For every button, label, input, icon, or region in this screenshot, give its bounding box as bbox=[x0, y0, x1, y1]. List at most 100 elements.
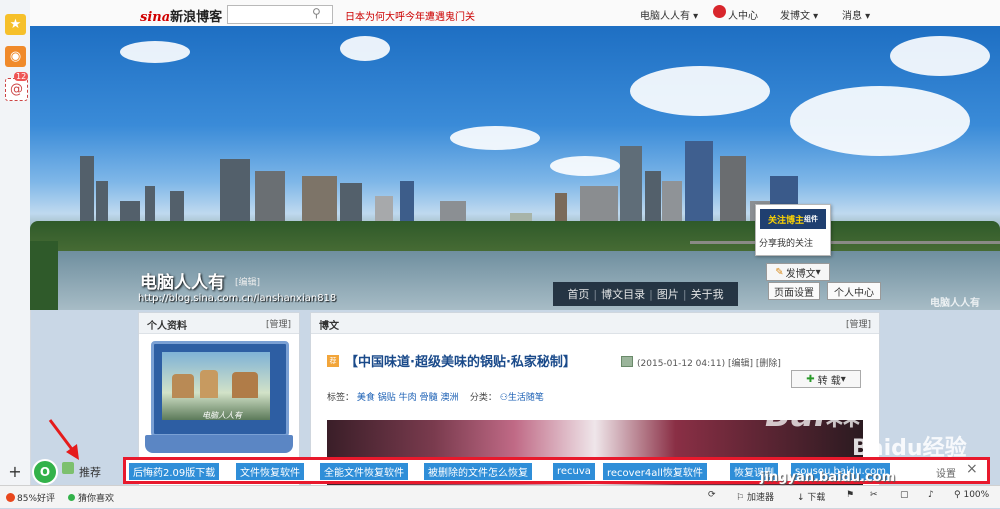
image-icon bbox=[621, 356, 633, 367]
close-icon[interactable]: × bbox=[966, 461, 978, 477]
profile-title: 个人资料 bbox=[147, 321, 187, 332]
mail-at-icon[interactable]: @ bbox=[5, 78, 28, 101]
recommend-link[interactable]: recuva bbox=[553, 463, 595, 480]
user-center-button[interactable]: 个人中心 bbox=[827, 282, 881, 300]
add-button[interactable]: + bbox=[5, 462, 25, 482]
rating-indicator[interactable]: 85%好评 bbox=[6, 491, 55, 504]
profile-avatar[interactable]: 电脑人人有 bbox=[151, 341, 289, 437]
nav-about[interactable]: 关于我 bbox=[687, 286, 728, 302]
red-arrow-annotation bbox=[48, 419, 79, 460]
headline-link[interactable]: 日本为何大呼今年遭遇鬼门关 bbox=[345, 8, 475, 23]
follow-label: 关注博主 bbox=[767, 215, 804, 226]
tags-label: 标签： bbox=[327, 393, 355, 403]
blog-banner: 电脑人人有 [编辑] http://blog.sina.com.cn/lansh… bbox=[30, 26, 1000, 310]
pencil-icon: ✎ bbox=[775, 266, 784, 278]
recommend-label[interactable]: 推荐 bbox=[79, 464, 101, 480]
browser-status-bar: 85%好评 猜你喜欢 ⟳ ⚐ 加速器 ↓ 下载 ⚑ ✂ ▢ ♪ ⚲ 100% j… bbox=[0, 470, 1000, 508]
baidu-watermark-text: Baidu经验 bbox=[852, 436, 967, 461]
messages-label: 消息 bbox=[842, 11, 862, 22]
share-follow-link[interactable]: 分享我的关注 bbox=[759, 236, 813, 249]
tag-link[interactable]: 牛肉 bbox=[399, 393, 417, 403]
recommend-link[interactable]: 被删除的文件怎么恢复 bbox=[424, 463, 532, 480]
tag-link[interactable]: 澳洲 bbox=[440, 393, 458, 403]
banner-signature: 电脑人人有 bbox=[930, 298, 980, 309]
zoom-label: 100% bbox=[963, 490, 990, 500]
rating-icon bbox=[6, 493, 15, 502]
post-menu-label: 发博文 bbox=[780, 11, 810, 22]
sina-blog-logo[interactable]: sina新浪博客 bbox=[140, 6, 222, 25]
post-header: 博文 [管理] bbox=[311, 313, 879, 334]
download-label: 下载 bbox=[807, 493, 826, 503]
avatar-signature: 电脑人人有 bbox=[202, 411, 242, 420]
notification-badge: 12 bbox=[14, 72, 29, 81]
post-article-button[interactable]: ✎ 发博文 ▾ bbox=[766, 263, 830, 281]
recommend-icon bbox=[62, 462, 74, 474]
recommend-link[interactable]: 后悔药2.09版下载 bbox=[129, 463, 220, 480]
green-dot-icon bbox=[68, 494, 75, 501]
download-icon: ↓ bbox=[797, 493, 805, 503]
blog-url[interactable]: http://blog.sina.com.cn/lanshanxian818 bbox=[138, 293, 336, 304]
blog-title[interactable]: 电脑人人有 bbox=[140, 268, 225, 293]
post-meta: (2015-01-12 04:11) [编辑] [删除] bbox=[637, 359, 781, 369]
flag-icon[interactable]: ⚑ bbox=[846, 490, 854, 500]
follow-blogger-button[interactable]: 关注博主 组件 bbox=[760, 209, 826, 229]
profile-manage-link[interactable]: [管理] bbox=[266, 317, 291, 330]
nav-home[interactable]: 首页 bbox=[563, 286, 593, 302]
city-skyline bbox=[30, 26, 1000, 241]
browser-sidebar: ★ ◉ @ 12 bbox=[0, 0, 31, 507]
download-button[interactable]: ↓ 下载 bbox=[797, 490, 825, 503]
guess-label: 猜你喜欢 bbox=[78, 494, 115, 504]
logo-brand: sina bbox=[140, 10, 171, 25]
recommend-link[interactable]: recover4all恢复软件 bbox=[603, 463, 707, 480]
follow-suffix: 组件 bbox=[804, 215, 818, 223]
weibo-icon[interactable]: ◉ bbox=[5, 46, 26, 67]
accelerator-icon: ⚐ bbox=[736, 493, 745, 503]
zoom-icon: ⚲ bbox=[954, 490, 961, 500]
plus-icon: ✚ bbox=[806, 373, 815, 385]
refresh-icon[interactable]: ⟳ bbox=[708, 490, 716, 500]
recommend-settings-link[interactable]: 设置 bbox=[936, 465, 956, 480]
post-title[interactable]: 【中国味道·超级美味的锅贴·私家秘制】 bbox=[345, 351, 576, 370]
tags-row: 标签： 美食 锅贴 牛肉 骨髓 澳洲 分类： ⚇生活随笔 bbox=[327, 390, 544, 403]
tag-link[interactable]: 骨髓 bbox=[420, 393, 438, 403]
bridge bbox=[690, 241, 1000, 256]
guess-you-like[interactable]: 猜你喜欢 bbox=[68, 491, 114, 504]
volume-icon[interactable]: ♪ bbox=[928, 490, 934, 500]
search-icon[interactable]: ⚲ bbox=[312, 6, 321, 20]
post-section-title: 博文 bbox=[319, 321, 339, 332]
window-icon[interactable]: ▢ bbox=[900, 490, 909, 500]
user-center-link[interactable]: 人中心 bbox=[728, 7, 758, 22]
user-name-menu[interactable]: 电脑人人有 ▾ bbox=[640, 7, 698, 22]
user-avatar-icon bbox=[713, 5, 726, 18]
category-label: 分类： bbox=[469, 393, 497, 403]
user-name-label: 电脑人人有 bbox=[640, 11, 690, 22]
category-icon: ⚇ bbox=[499, 393, 508, 403]
follow-widget: 关注博主 组件 分享我的关注 bbox=[755, 204, 831, 256]
blog-nav: 首页 | 博文目录 | 图片 | 关于我 bbox=[553, 282, 738, 306]
profile-header: 个人资料 [管理] bbox=[139, 313, 299, 334]
top-navigation: sina新浪博客 ⚲ 日本为何大呼今年遭遇鬼门关 电脑人人有 ▾ 人中心 发博文… bbox=[30, 0, 1000, 27]
page-settings-button[interactable]: 页面设置 bbox=[768, 282, 820, 300]
nav-pictures[interactable]: 图片 bbox=[653, 286, 683, 302]
post-manage-link[interactable]: [管理] bbox=[846, 317, 871, 330]
avatar-laptop-base bbox=[145, 435, 293, 453]
category-link[interactable]: 生活随笔 bbox=[508, 393, 544, 403]
messages-menu[interactable]: 消息 ▾ bbox=[842, 7, 870, 22]
recommend-link[interactable]: 文件恢复软件 bbox=[236, 463, 304, 480]
screenshot-icon[interactable]: ✂ bbox=[870, 490, 878, 500]
tag-link[interactable]: 美食 bbox=[357, 393, 375, 403]
green-circle-button[interactable]: O bbox=[32, 459, 58, 485]
forward-button[interactable]: ✚ 转 载 ▾ bbox=[791, 370, 861, 388]
rating-label: 85%好评 bbox=[17, 494, 56, 504]
edit-title-link[interactable]: [编辑] bbox=[235, 275, 260, 288]
tag-link[interactable]: 锅贴 bbox=[378, 393, 396, 403]
post-menu[interactable]: 发博文 ▾ bbox=[780, 7, 818, 22]
nav-post-list[interactable]: 博文目录 bbox=[597, 286, 649, 302]
accelerator-button[interactable]: ⚐ 加速器 bbox=[736, 490, 774, 503]
logo-text: 新浪博客 bbox=[170, 10, 223, 25]
baidu-watermark-logo: Bai⁂ bbox=[765, 395, 861, 435]
favorites-star-icon[interactable]: ★ bbox=[5, 14, 26, 35]
zoom-control[interactable]: ⚲ 100% bbox=[954, 490, 989, 500]
recommend-link[interactable]: 全能文件恢复软件 bbox=[320, 463, 408, 480]
baidu-watermark-url: jingyan.baidu.com bbox=[760, 470, 896, 485]
